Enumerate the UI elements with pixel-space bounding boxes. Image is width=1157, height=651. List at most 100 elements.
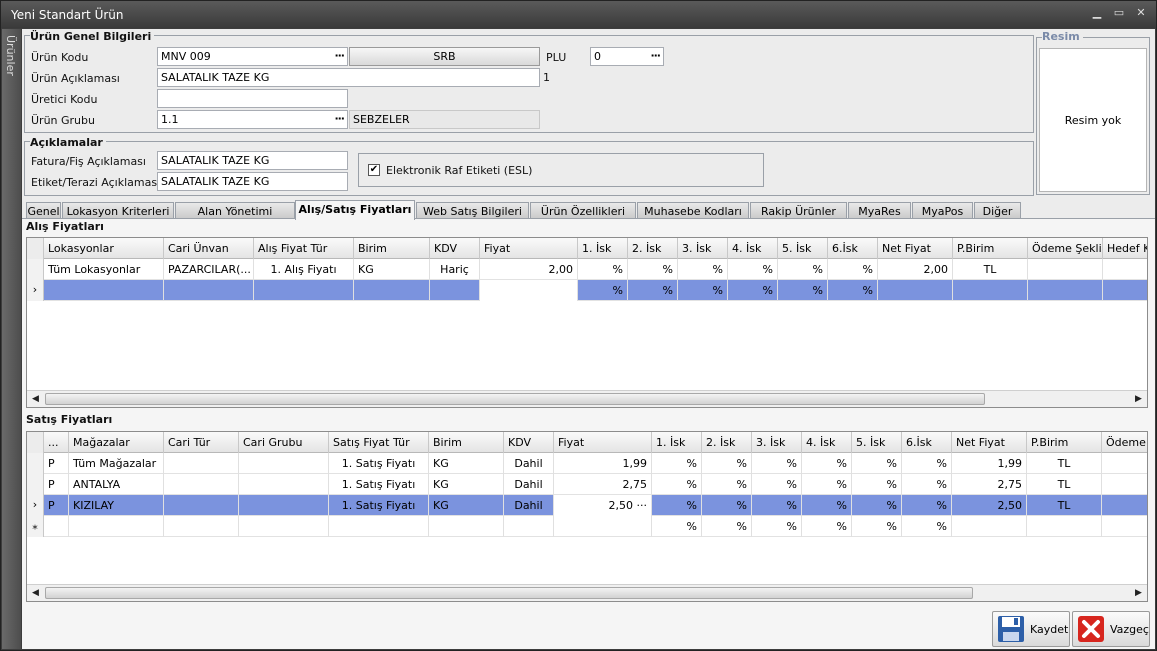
satis-cell[interactable] xyxy=(554,516,652,537)
satis-col-header[interactable]: 6.İsk xyxy=(902,432,952,453)
satis-col-header[interactable]: Net Fiyat xyxy=(952,432,1027,453)
satis-row[interactable]: › P KIZILAY 1. Satış Fiyatı KG Dahil 2,50 ···%… xyxy=(27,495,1147,516)
satis-row[interactable]: ⁎%%%%%% xyxy=(27,516,1147,537)
satis-cell[interactable] xyxy=(164,474,239,495)
tab-myares[interactable]: MyaRes xyxy=(848,202,911,219)
alis-cell[interactable] xyxy=(480,280,578,301)
satis-col-header[interactable]: P.Birim xyxy=(1027,432,1102,453)
maximize-icon[interactable]: ▭ xyxy=(1111,6,1127,19)
satis-cell[interactable] xyxy=(239,453,329,474)
satis-col-header[interactable]: Ödeme Ş xyxy=(1102,432,1147,453)
satis-cell[interactable]: % xyxy=(852,453,902,474)
alis-col-header[interactable]: Lokasyonlar xyxy=(44,238,164,259)
satis-grid[interactable]: ... Mağazalar Cari Tür Cari Grubu Satış Fiya… xyxy=(26,431,1148,602)
tab-web-satis-bilgileri[interactable]: Web Satış Bilgileri xyxy=(416,202,529,219)
alis-cell[interactable] xyxy=(44,280,164,301)
alis-col-header[interactable]: Net Fiyat xyxy=(878,238,953,259)
alis-cell[interactable] xyxy=(1103,280,1147,301)
satis-cell[interactable]: % xyxy=(852,495,902,516)
satis-cell[interactable] xyxy=(429,516,504,537)
satis-cell[interactable] xyxy=(1027,516,1102,537)
alis-cell[interactable] xyxy=(1028,280,1103,301)
alis-cell[interactable] xyxy=(953,280,1028,301)
grup-lookup-icon[interactable]: ··· xyxy=(334,112,345,125)
satis-cell[interactable]: % xyxy=(902,516,952,537)
satis-cell[interactable]: KG xyxy=(429,495,504,516)
satis-cell[interactable]: 2,75 xyxy=(554,474,652,495)
satis-cell[interactable]: TL xyxy=(1027,495,1102,516)
alis-cell[interactable]: % xyxy=(778,280,828,301)
urun-kodu-input[interactable]: MNV 009 ··· xyxy=(157,47,348,66)
satis-cell[interactable] xyxy=(239,495,329,516)
alis-col-header[interactable]: Ödeme Şekli xyxy=(1028,238,1103,259)
satis-cell[interactable]: % xyxy=(752,453,802,474)
alis-cell[interactable]: % xyxy=(728,280,778,301)
satis-cell[interactable]: 1,99 xyxy=(554,453,652,474)
satis-cell[interactable]: % xyxy=(702,516,752,537)
scroll-left-icon[interactable]: ◀ xyxy=(27,391,44,407)
satis-cell[interactable]: % xyxy=(902,495,952,516)
satis-cell[interactable]: KG xyxy=(429,453,504,474)
alis-cell[interactable]: % xyxy=(778,259,828,280)
satis-cell[interactable]: % xyxy=(852,474,902,495)
alis-cell[interactable] xyxy=(430,280,480,301)
tab-diger[interactable]: Diğer xyxy=(974,202,1021,219)
satis-col-header[interactable]: Satış Fiyat Tür xyxy=(329,432,429,453)
satis-cell[interactable]: % xyxy=(902,474,952,495)
satis-cell[interactable]: % xyxy=(702,495,752,516)
satis-cell[interactable] xyxy=(1102,474,1147,495)
satis-col-header[interactable]: ... xyxy=(44,432,69,453)
satis-col-header[interactable]: 2. İsk xyxy=(702,432,752,453)
fatura-input[interactable]: SALATALIK TAZE KG xyxy=(157,151,348,170)
satis-cell[interactable]: TL xyxy=(1027,474,1102,495)
satis-cell[interactable]: 2,50 xyxy=(952,495,1027,516)
alis-cell[interactable] xyxy=(354,280,430,301)
alis-col-header[interactable]: Birim xyxy=(354,238,430,259)
satis-cell[interactable]: % xyxy=(702,453,752,474)
satis-col-header[interactable]: KDV xyxy=(504,432,554,453)
alis-row[interactable]: Tüm Lokasyonlar PAZARCILAR(... 1. Alış Fiy… xyxy=(27,259,1147,280)
satis-cell[interactable]: % xyxy=(652,474,702,495)
satis-hscrollbar[interactable]: ◀ ▶ xyxy=(27,584,1147,601)
satis-cell[interactable] xyxy=(69,516,164,537)
satis-cell[interactable]: % xyxy=(752,495,802,516)
alis-cell[interactable]: % xyxy=(578,280,628,301)
alis-cell[interactable]: % xyxy=(828,259,878,280)
alis-cell[interactable]: 1. Alış Fiyatı xyxy=(254,259,354,280)
satis-cell[interactable] xyxy=(1102,495,1147,516)
satis-col-header[interactable]: 4. İsk xyxy=(802,432,852,453)
resim-box[interactable]: Resim yok xyxy=(1039,48,1147,192)
satis-cell[interactable]: % xyxy=(652,453,702,474)
alis-cell[interactable]: PAZARCILAR(... xyxy=(164,259,254,280)
satis-cell[interactable]: % xyxy=(652,495,702,516)
alis-col-header[interactable]: KDV xyxy=(430,238,480,259)
satis-cell[interactable]: % xyxy=(752,516,802,537)
alis-cell[interactable]: % xyxy=(628,259,678,280)
satis-cell[interactable]: Dahil xyxy=(504,495,554,516)
satis-col-header[interactable]: Cari Grubu xyxy=(239,432,329,453)
satis-cell[interactable] xyxy=(164,516,239,537)
satis-cell[interactable] xyxy=(1102,453,1147,474)
satis-cell[interactable]: % xyxy=(852,516,902,537)
satis-cell[interactable]: Dahil xyxy=(504,453,554,474)
alis-cell[interactable]: Hariç xyxy=(430,259,480,280)
tab-urun-ozellikleri[interactable]: Ürün Özellikleri xyxy=(530,202,636,219)
satis-cell[interactable]: % xyxy=(802,495,852,516)
alis-col-header[interactable]: 1. İsk xyxy=(578,238,628,259)
satis-cell[interactable]: KIZILAY xyxy=(69,495,164,516)
vazgec-button[interactable]: Vazgeç xyxy=(1072,611,1150,647)
alis-cell[interactable] xyxy=(1028,259,1103,280)
satis-cell[interactable]: P xyxy=(44,453,69,474)
satis-cell[interactable]: % xyxy=(802,474,852,495)
alis-cell[interactable]: % xyxy=(678,259,728,280)
alis-col-header[interactable]: 2. İsk xyxy=(628,238,678,259)
scroll-right-icon[interactable]: ▶ xyxy=(1130,391,1147,407)
satis-cell[interactable]: % xyxy=(652,516,702,537)
satis-cell[interactable]: Tüm Mağazalar xyxy=(69,453,164,474)
satis-cell[interactable]: % xyxy=(902,453,952,474)
urun-kodu-lookup-icon[interactable]: ··· xyxy=(334,49,345,62)
tab-myapos[interactable]: MyaPos xyxy=(912,202,973,219)
satis-cell[interactable]: % xyxy=(752,474,802,495)
satis-row[interactable]: P Tüm Mağazalar 1. Satış Fiyatı KG Dahil 1,99… xyxy=(27,453,1147,474)
satis-col-header[interactable]: 3. İsk xyxy=(752,432,802,453)
